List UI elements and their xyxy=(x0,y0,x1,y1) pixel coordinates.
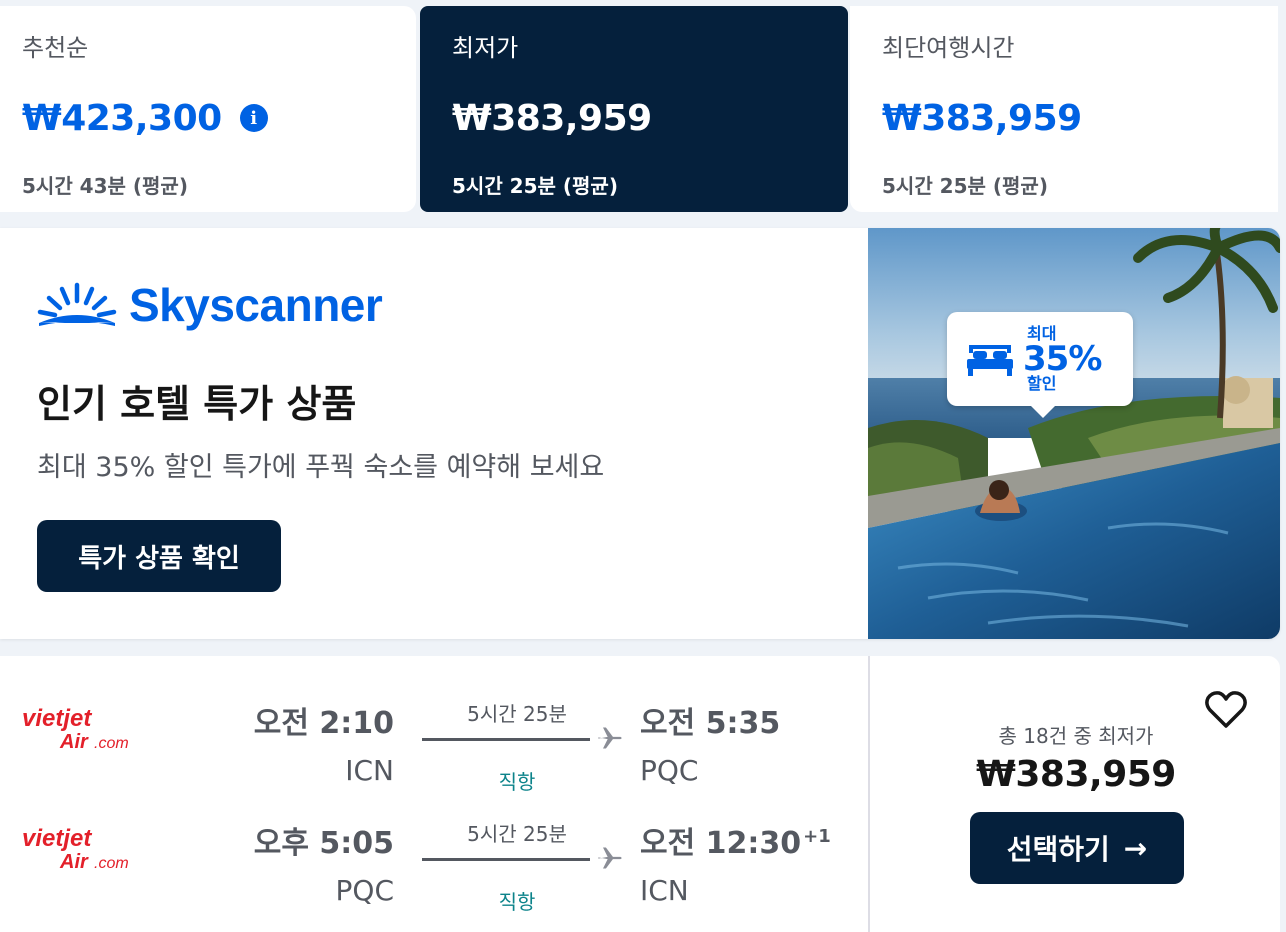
svg-text:Air: Air xyxy=(59,731,89,753)
departure-time: 오전 2:10 xyxy=(253,706,394,741)
flight-legs: vietjet Air .com 오전 2:10 ICN 5시간 25분 직항 … xyxy=(0,656,868,932)
plane-icon xyxy=(598,847,622,869)
sort-tab-cheapest[interactable]: 최저가 ₩383,959 5시간 25분 (평균) xyxy=(420,6,848,212)
view-deals-button[interactable]: 특가 상품 확인 xyxy=(37,520,281,592)
flight-result-card[interactable]: vietjet Air .com 오전 2:10 ICN 5시간 25분 직항 … xyxy=(0,656,1280,932)
sort-tab-fastest[interactable]: 최단여행시간 ₩383,959 5시간 25분 (평균) xyxy=(850,6,1278,212)
vietjet-air-logo: vietjet Air .com xyxy=(22,825,129,873)
arrival: 오전 5:35 PQC xyxy=(640,698,782,787)
departure-airport: PQC xyxy=(335,874,394,907)
day-offset: +1 xyxy=(803,826,831,847)
route-info: 5시간 25분 직항 xyxy=(422,814,622,914)
sort-tab-price: ₩423,300 xyxy=(22,97,222,139)
sort-tab-recommended[interactable]: 추천순 ₩423,300 i 5시간 43분 (평균) xyxy=(0,6,416,212)
sort-tab-price: ₩383,959 xyxy=(452,97,652,139)
departure: 오전 2:10 ICN xyxy=(254,698,394,787)
info-icon[interactable]: i xyxy=(239,104,268,132)
sort-tabs: 추천순 ₩423,300 i 5시간 43분 (평균) 최저가 ₩383,959… xyxy=(0,6,1278,212)
svg-text:.com: .com xyxy=(94,735,129,752)
ad-title: 인기 호텔 특가 상품 xyxy=(37,382,357,426)
svg-text:.com: .com xyxy=(94,855,129,872)
plane-icon xyxy=(598,727,622,749)
route-info: 5시간 25분 직항 xyxy=(422,694,622,794)
skyscanner-logo: Skyscanner xyxy=(37,278,383,332)
sort-tab-duration: 5시간 25분 (평균) xyxy=(452,174,618,198)
lowest-of-results: 총 18건 중 최저가 xyxy=(998,724,1154,748)
ad-subtitle: 최대 35% 할인 특가에 푸꿕 숙소를 예약해 보세요 xyxy=(37,452,605,483)
bed-icon xyxy=(967,345,1013,376)
arrival-airport: PQC xyxy=(640,754,699,787)
flight-duration: 5시간 25분 xyxy=(467,822,567,846)
vietjet-air-logo: vietjet Air .com xyxy=(22,705,129,753)
select-button[interactable]: 선택하기 → xyxy=(970,812,1184,884)
hotel-ad-banner[interactable]: Skyscanner 인기 호텔 특가 상품 최대 35% 할인 특가에 푸꿕 … xyxy=(0,228,1280,639)
brand-name: Skyscanner xyxy=(129,279,383,331)
stops-label: 직항 xyxy=(498,890,536,914)
arrival: 오전 12:30 +1 ICN xyxy=(640,818,831,907)
badge-percent: 35% xyxy=(1023,339,1102,379)
arrow-right-icon: → xyxy=(1123,831,1148,865)
sort-tab-label: 최저가 xyxy=(452,34,519,62)
arrival-time: 오전 5:35 xyxy=(640,706,781,741)
flight-duration: 5시간 25분 xyxy=(467,702,567,726)
sort-tab-label: 추천순 xyxy=(22,34,89,62)
svg-text:vietjet: vietjet xyxy=(22,705,92,732)
price-panel: 총 18건 중 최저가 ₩383,959 선택하기 → xyxy=(868,656,1280,932)
badge-bottom-text: 할인 xyxy=(1027,374,1057,393)
flight-price: ₩383,959 xyxy=(976,754,1176,795)
sort-tab-duration: 5시간 43분 (평균) xyxy=(22,174,188,198)
arrival-time: 오전 12:30 xyxy=(640,826,802,861)
svg-text:vietjet: vietjet xyxy=(22,825,92,852)
flight-leg-return: vietjet Air .com 오후 5:05 PQC 5시간 25분 직항 … xyxy=(0,814,868,924)
sunrise-icon xyxy=(37,282,117,326)
sort-tab-price: ₩383,959 xyxy=(882,97,1082,139)
flight-leg-outbound: vietjet Air .com 오전 2:10 ICN 5시간 25분 직항 … xyxy=(0,694,868,804)
route-line xyxy=(422,858,590,861)
sort-tab-label: 최단여행시간 xyxy=(882,34,1015,62)
discount-badge: 최대 35% 할인 xyxy=(947,312,1133,418)
route-line xyxy=(422,738,590,741)
departure-time: 오후 5:05 xyxy=(253,826,394,861)
pool-scene-image xyxy=(868,228,1280,639)
departure-airport: ICN xyxy=(345,754,394,787)
svg-text:Air: Air xyxy=(59,851,89,873)
stops-label: 직항 xyxy=(498,770,536,794)
sort-tab-duration: 5시간 25분 (평균) xyxy=(882,174,1048,198)
departure: 오후 5:05 PQC xyxy=(254,818,394,907)
arrival-airport: ICN xyxy=(640,874,689,907)
hotel-pool-photo: 최대 35% 할인 xyxy=(868,228,1280,639)
select-button-label: 선택하기 xyxy=(1006,833,1110,866)
